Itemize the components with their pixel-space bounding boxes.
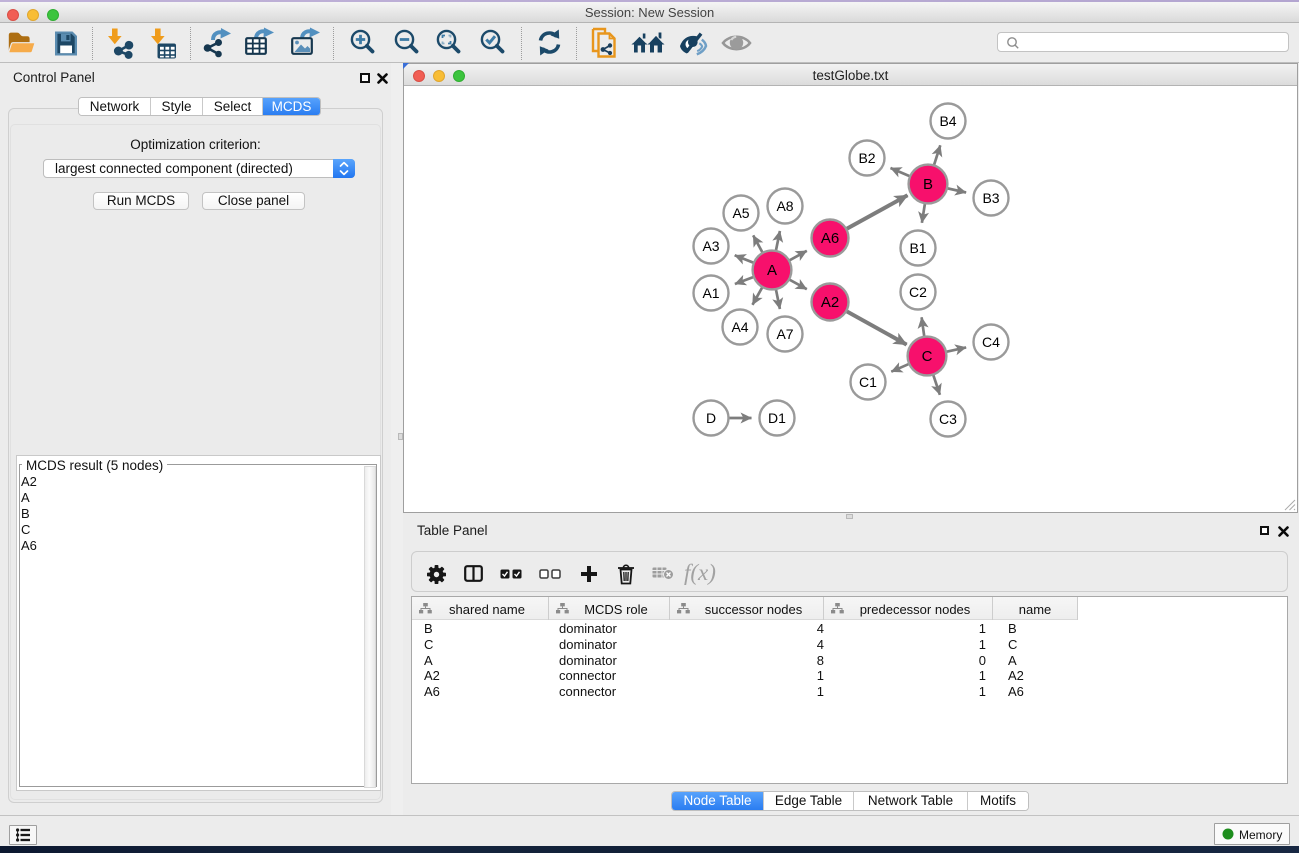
svg-text:C4: C4 <box>982 334 1000 350</box>
svg-text:C2: C2 <box>909 284 927 300</box>
svg-text:A4: A4 <box>731 319 748 335</box>
svg-text:A7: A7 <box>776 326 793 342</box>
svg-text:A: A <box>767 262 777 279</box>
svg-text:A5: A5 <box>732 205 749 221</box>
svg-text:D1: D1 <box>768 410 786 426</box>
svg-text:A1: A1 <box>702 285 719 301</box>
svg-text:B4: B4 <box>939 113 956 129</box>
svg-text:A6: A6 <box>821 230 839 247</box>
svg-text:B: B <box>923 176 933 193</box>
svg-text:D: D <box>706 410 716 426</box>
svg-text:C3: C3 <box>939 411 957 427</box>
svg-text:C: C <box>922 348 933 365</box>
svg-text:A2: A2 <box>821 294 839 311</box>
svg-text:A8: A8 <box>776 198 793 214</box>
svg-text:B1: B1 <box>909 240 926 256</box>
svg-text:B3: B3 <box>982 190 999 206</box>
svg-text:B2: B2 <box>858 150 875 166</box>
svg-text:A3: A3 <box>702 238 719 254</box>
svg-text:C1: C1 <box>859 374 877 390</box>
